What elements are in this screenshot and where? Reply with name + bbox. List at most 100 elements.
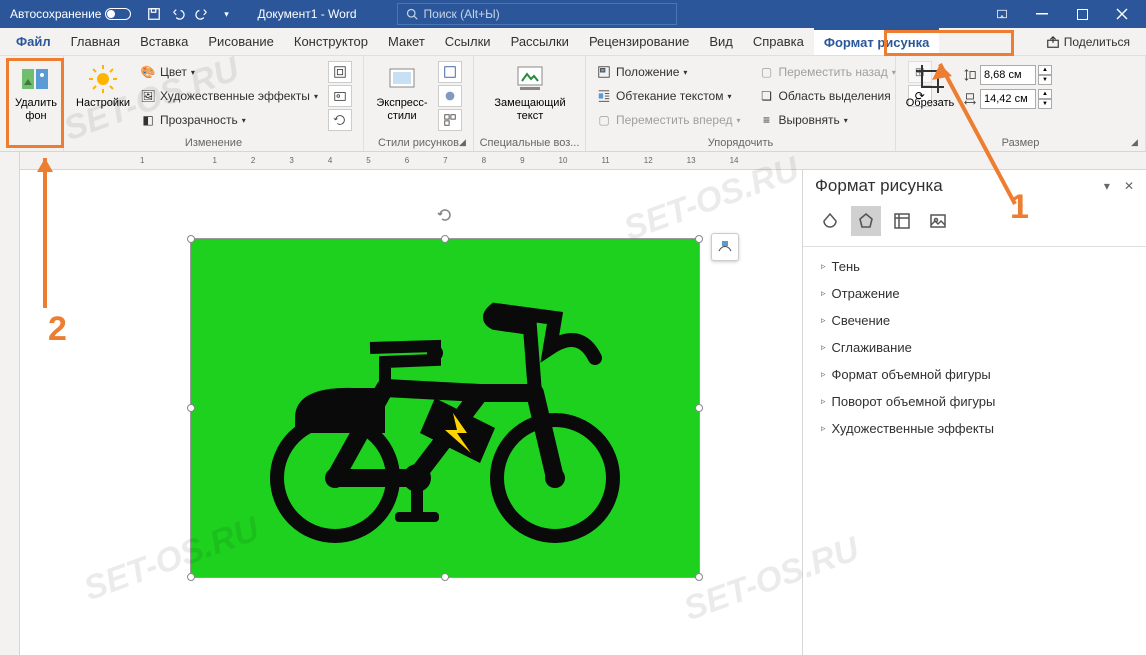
group-alt-label: Специальные воз... [474, 137, 585, 149]
tab-draw[interactable]: Рисование [198, 28, 283, 55]
express-styles-button[interactable]: Экспресс-стили [370, 59, 434, 131]
picture-layout-button[interactable] [438, 109, 462, 131]
tab-insert[interactable]: Вставка [130, 28, 198, 55]
resize-handle[interactable] [695, 404, 703, 412]
horizontal-ruler: 11234567891011121314 [20, 152, 1146, 170]
group-adjust-label: Изменение [64, 137, 363, 149]
ribbon-tabs: Файл Главная Вставка Рисование Конструкт… [0, 28, 1146, 56]
tab-review[interactable]: Рецензирование [579, 28, 699, 55]
ribbon-options-icon[interactable] [982, 0, 1022, 28]
picture-properties-icon[interactable] [923, 206, 953, 236]
color-button[interactable]: 🎨Цвет ▾ [136, 61, 322, 83]
group-styles-label: Стили рисунков [364, 137, 473, 149]
minimize-icon[interactable] [1022, 0, 1062, 28]
share-label: Поделиться [1064, 35, 1130, 49]
tab-layout[interactable]: Макет [378, 28, 435, 55]
group-arrange: Положение ▾ Обтекание текстом ▾ ▢Перемес… [586, 56, 896, 151]
resize-handle[interactable] [695, 573, 703, 581]
alt-text-icon [514, 63, 546, 95]
autosave-toggle[interactable]: Автосохранение [4, 7, 137, 21]
pane-dropdown-icon[interactable]: ▾ [1104, 179, 1110, 193]
picture-border-button[interactable] [438, 61, 462, 83]
alt-text-button[interactable]: Замещающий текст [480, 59, 580, 123]
position-icon [596, 64, 612, 80]
size-launcher-icon[interactable]: ◢ [1131, 137, 1143, 149]
pane-category-icons [803, 202, 1146, 247]
window-controls [982, 0, 1142, 28]
group-size: Обрезать ▲▼ ▲▼ Размер ◢ [896, 56, 1146, 151]
layout-options-button[interactable] [711, 233, 739, 261]
tab-view[interactable]: Вид [699, 28, 743, 55]
pane-title: Формат рисунка [815, 176, 943, 196]
bring-forward-button[interactable]: ▢Переместить вперед ▾ [592, 109, 745, 131]
tab-picture-format[interactable]: Формат рисунка [814, 28, 939, 55]
tab-help[interactable]: Справка [743, 28, 814, 55]
section-reflection[interactable]: Отражение [803, 280, 1146, 307]
undo-icon[interactable] [167, 3, 189, 25]
picture-effects-button[interactable] [438, 85, 462, 107]
transparency-icon: ◧ [140, 112, 156, 128]
resize-handle[interactable] [441, 235, 449, 243]
save-icon[interactable] [143, 3, 165, 25]
transparency-button[interactable]: ◧Прозрачность ▾ [136, 109, 322, 131]
height-down[interactable]: ▼ [1038, 75, 1052, 85]
section-glow[interactable]: Свечение [803, 307, 1146, 334]
resize-handle[interactable] [187, 235, 195, 243]
compress-pictures-button[interactable] [328, 61, 352, 83]
color-icon: 🎨 [140, 64, 156, 80]
reset-picture-button[interactable] [328, 109, 352, 131]
resize-handle[interactable] [187, 404, 195, 412]
width-up[interactable]: ▲ [1038, 89, 1052, 99]
share-button[interactable]: Поделиться [1038, 28, 1138, 55]
pane-close-icon[interactable]: ✕ [1124, 179, 1134, 193]
align-button[interactable]: ≡Выровнять ▾ [755, 109, 900, 131]
tab-design[interactable]: Конструктор [284, 28, 378, 55]
height-icon [962, 67, 978, 83]
section-soft-edges[interactable]: Сглаживание [803, 334, 1146, 361]
close-icon[interactable] [1102, 0, 1142, 28]
search-placeholder: Поиск (Alt+Ы) [424, 7, 500, 21]
styles-launcher-icon[interactable]: ◢ [459, 137, 471, 149]
remove-background-button[interactable]: Удалить фон [6, 59, 66, 123]
tab-mailings[interactable]: Рассылки [501, 28, 579, 55]
resize-handle[interactable] [695, 235, 703, 243]
send-backward-button[interactable]: ▢Переместить назад ▾ [755, 61, 900, 83]
corrections-button[interactable]: Настройки [70, 59, 136, 131]
height-up[interactable]: ▲ [1038, 65, 1052, 75]
document-area[interactable] [20, 170, 802, 655]
maximize-icon[interactable] [1062, 0, 1102, 28]
format-pane: Формат рисунка ▾ ✕ Тень Отражение Свечен… [802, 170, 1146, 655]
resize-handle[interactable] [441, 573, 449, 581]
height-input[interactable] [980, 65, 1036, 85]
crop-button[interactable]: Обрезать [902, 59, 958, 110]
section-shadow[interactable]: Тень [803, 253, 1146, 280]
section-3d-format[interactable]: Формат объемной фигуры [803, 361, 1146, 388]
width-down[interactable]: ▼ [1038, 99, 1052, 109]
forward-icon: ▢ [596, 112, 612, 128]
crop-icon [914, 63, 946, 95]
effects-icon[interactable] [851, 206, 881, 236]
fill-line-icon[interactable] [815, 206, 845, 236]
section-artistic[interactable]: Художественные эффекты [803, 415, 1146, 442]
search-input[interactable]: Поиск (Alt+Ы) [397, 3, 677, 25]
vertical-ruler [0, 152, 20, 655]
tab-file[interactable]: Файл [6, 28, 61, 55]
group-alt-text: Замещающий текст Специальные воз... [474, 56, 586, 151]
qat-dropdown-icon[interactable]: ▾ [215, 3, 237, 25]
selected-image[interactable] [190, 238, 700, 578]
rotate-handle-icon[interactable] [437, 207, 453, 223]
redo-icon[interactable] [191, 3, 213, 25]
selection-pane-button[interactable]: ❏Область выделения [755, 85, 900, 107]
tab-references[interactable]: Ссылки [435, 28, 501, 55]
resize-handle[interactable] [187, 573, 195, 581]
width-input[interactable] [980, 89, 1036, 109]
change-picture-button[interactable] [328, 85, 352, 107]
wrap-text-button[interactable]: Обтекание текстом ▾ [592, 85, 745, 107]
document-title: Документ1 - Word [257, 7, 356, 21]
tab-home[interactable]: Главная [61, 28, 130, 55]
section-3d-rotation[interactable]: Поворот объемной фигуры [803, 388, 1146, 415]
artistic-effects-button[interactable]: 🖼Художественные эффекты ▾ [136, 85, 322, 107]
size-properties-icon[interactable] [887, 206, 917, 236]
position-button[interactable]: Положение ▾ [592, 61, 745, 83]
wrap-icon [596, 88, 612, 104]
